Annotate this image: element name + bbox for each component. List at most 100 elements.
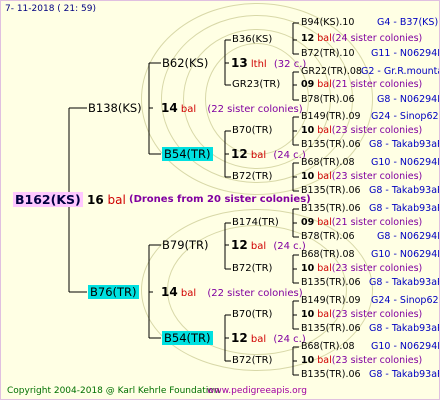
gen2-queen[interactable]: B79(TR): [162, 238, 209, 252]
gen4-queen[interactable]: B68(TR).08: [301, 157, 355, 169]
gen4-num: 10: [301, 355, 315, 366]
gen4-tag: G11 - N06294R: [371, 48, 440, 59]
gen4-tag: G10 - N06294R: [371, 341, 440, 352]
gen4-num: 09: [301, 79, 315, 90]
gen2-mating: 12 bal (24 c.): [231, 331, 306, 346]
gen4-bal: bal: [317, 79, 332, 90]
gen4-queen[interactable]: B135(TR).06: [301, 185, 361, 197]
gen4-tag: G8 - Takab93aR: [369, 369, 440, 380]
gen3-queen[interactable]: B72(TR): [232, 355, 272, 367]
gen4-mating: 10 bal(23 sister colonies): [301, 355, 422, 367]
site-url[interactable]: www.pedigreeapis.org: [207, 385, 307, 397]
gen4-num: 10: [301, 309, 315, 320]
gen3-queen[interactable]: B174(TR): [232, 217, 279, 229]
gen2-queen-name: B62(KS): [162, 56, 209, 70]
gen1-num: 14: [161, 285, 178, 299]
gen4-bal: bal: [317, 263, 332, 274]
gen3-queen[interactable]: GR23(TR): [232, 79, 280, 91]
gen4-note: (21 sister colonies): [331, 217, 423, 228]
gen4-bal: bal: [317, 125, 332, 136]
gen4-queen[interactable]: B68(TR).08: [301, 341, 355, 353]
root-bal: bal: [107, 193, 126, 207]
gen1-note: (22 sister colonies): [207, 288, 303, 299]
gen4-tag: G8 - Takab93aR: [369, 185, 440, 196]
gen1-queen[interactable]: B138(KS): [88, 101, 142, 115]
gen4-queen[interactable]: GR22(TR).08: [301, 66, 362, 78]
gen4-bal: bal: [317, 171, 332, 182]
gen2-bal: bal: [250, 334, 267, 345]
root-queen-name: B162(KS): [13, 192, 83, 207]
gen4-num: 10: [301, 263, 315, 274]
gen4-tag: G8 - Takab93aR: [369, 277, 440, 288]
gen2-bal: bal: [250, 241, 267, 252]
gen4-mating: 10 bal(23 sister colonies): [301, 263, 422, 275]
gen2-bal: bal: [250, 150, 267, 161]
gen4-queen[interactable]: B135(TR).06: [301, 323, 361, 335]
gen4-mating: 09 bal(21 sister colonies): [301, 217, 422, 229]
gen2-num: 12: [231, 238, 248, 252]
gen4-mating: 12 bal(24 sister colonies): [301, 33, 422, 45]
gen4-tag: G4 - B37(KS): [377, 17, 439, 28]
root-queen[interactable]: B162(KS): [13, 192, 83, 208]
pedigree-chart: 7- 11-2018 ( 21: 59) B162(KS) 16 bal (Dr…: [0, 0, 440, 400]
gen4-note: (23 sister colonies): [331, 125, 423, 136]
gen2-queen-name: B79(TR): [162, 238, 209, 252]
gen2-queen-name: B54(TR): [162, 331, 213, 345]
gen4-mating: 10 bal(23 sister colonies): [301, 171, 422, 183]
gen4-tag: G8 - N06294R: [377, 231, 440, 242]
gen2-num: 12: [231, 147, 248, 161]
gen1-queen-name: B138(KS): [88, 101, 142, 115]
gen4-mating: 10 bal(23 sister colonies): [301, 309, 422, 321]
gen1-mating: 14 bal (22 sister colonies): [161, 101, 303, 116]
gen4-bal: bal: [317, 33, 332, 44]
gen4-queen[interactable]: B149(TR).09: [301, 295, 361, 307]
gen1-num: 14: [161, 101, 178, 115]
gen4-queen[interactable]: B149(TR).09: [301, 111, 361, 123]
gen1-queen[interactable]: B76(TR): [88, 285, 139, 299]
gen3-queen[interactable]: B72(TR): [232, 263, 272, 275]
gen4-queen[interactable]: B135(TR).06: [301, 203, 361, 215]
gen2-queen[interactable]: B54(TR): [162, 331, 213, 345]
gen4-note: (23 sister colonies): [331, 263, 423, 274]
gen4-queen[interactable]: B78(TR).06: [301, 231, 355, 243]
gen4-note: (24 sister colonies): [331, 33, 423, 44]
gen4-tag: G8 - Takab93aR: [369, 323, 440, 334]
gen4-queen[interactable]: B135(TR).06: [301, 277, 361, 289]
gen4-mating: 10 bal(23 sister colonies): [301, 125, 422, 137]
gen4-queen[interactable]: B94(KS).10: [301, 17, 354, 29]
gen2-num: 13: [231, 56, 248, 70]
gen4-tag: G24 - Sinop62R: [371, 111, 440, 122]
gen2-mating: 13 lthl (32 c.): [231, 56, 306, 71]
gen4-tag: G8 - Takab93aR: [369, 139, 440, 150]
gen4-queen[interactable]: B72(TR).10: [301, 48, 355, 60]
gen4-queen[interactable]: B68(TR).08: [301, 249, 355, 261]
gen4-queen[interactable]: B135(TR).06: [301, 369, 361, 381]
gen2-mating: 12 bal (24 c.): [231, 238, 306, 253]
gen4-num: 09: [301, 217, 315, 228]
gen1-bal: bal: [180, 104, 197, 115]
gen4-num: 10: [301, 171, 315, 182]
gen4-tag: G10 - N06294R: [371, 157, 440, 168]
gen3-queen[interactable]: B70(TR): [232, 125, 272, 137]
gen2-queen[interactable]: B62(KS): [162, 56, 208, 70]
gen4-queen[interactable]: B135(TR).06: [301, 139, 361, 151]
gen4-queen[interactable]: B78(TR).06: [301, 94, 355, 106]
gen3-queen[interactable]: B70(TR): [232, 309, 272, 321]
gen4-tag: G8 - Takab93aR: [369, 203, 440, 214]
gen4-note: (23 sister colonies): [331, 171, 423, 182]
gen2-queen[interactable]: B54(TR): [162, 147, 213, 161]
gen3-queen[interactable]: B36(KS): [232, 34, 272, 46]
root-num: 16: [87, 193, 104, 207]
gen3-queen[interactable]: B72(TR): [232, 171, 272, 183]
gen4-note: (23 sister colonies): [331, 309, 423, 320]
gen1-mating: 14 bal (22 sister colonies): [161, 285, 303, 300]
gen4-mating: 09 bal(21 sister colonies): [301, 79, 422, 91]
root-drones: (Drones from 20 sister colonies): [129, 194, 311, 205]
gen4-bal: bal: [317, 309, 332, 320]
gen4-bal: bal: [317, 217, 332, 228]
gen2-num: 12: [231, 331, 248, 345]
gen4-tag: G10 - N06294R: [371, 249, 440, 260]
gen2-bal: lthl: [250, 59, 267, 70]
gen4-note: (21 sister colonies): [331, 79, 423, 90]
gen2-queen-name: B54(TR): [162, 147, 213, 161]
